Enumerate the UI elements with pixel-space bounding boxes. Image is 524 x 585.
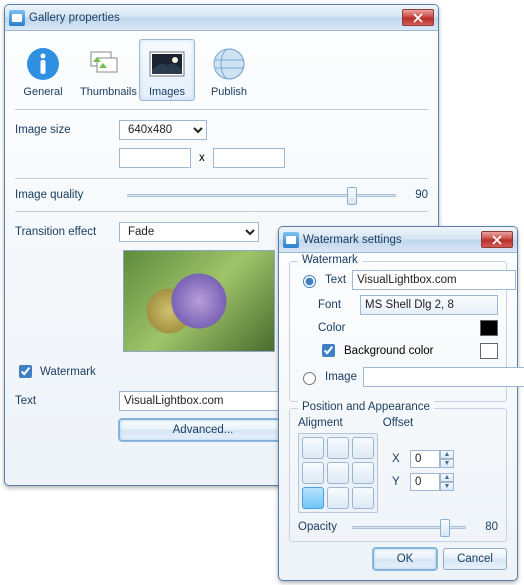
position-group: Position and Appearance Aligment Offset: [289, 408, 507, 542]
image-height-input[interactable]: [213, 148, 285, 168]
chevron-up-icon[interactable]: ▲: [440, 473, 454, 482]
opacity-slider[interactable]: [352, 526, 466, 529]
watermark-checkbox-label: Watermark: [40, 366, 96, 378]
chevron-up-icon[interactable]: ▲: [440, 450, 454, 459]
image-width-input[interactable]: [119, 148, 191, 168]
cancel-button[interactable]: Cancel: [443, 548, 507, 570]
align-tr[interactable]: [352, 437, 374, 459]
close-button[interactable]: [402, 9, 434, 26]
align-tl[interactable]: [302, 437, 324, 459]
image-quality-label: Image quality: [15, 189, 119, 201]
align-tc[interactable]: [327, 437, 349, 459]
tab-thumbnails[interactable]: Thumbnails: [77, 39, 133, 101]
publish-icon: [209, 44, 249, 84]
offset-x-input[interactable]: [410, 450, 440, 468]
close-button[interactable]: [481, 231, 513, 248]
bgcolor-label: Background color: [344, 345, 474, 357]
offset-label: Offset: [383, 417, 413, 429]
app-icon: [283, 232, 299, 248]
tab-publish-label: Publish: [204, 86, 254, 98]
watermark-body: Watermark Text Font MS Shell Dlg 2, 8 Co…: [279, 253, 517, 580]
image-size-label: Image size: [15, 124, 119, 136]
images-icon: [147, 44, 187, 84]
watermark-text-field[interactable]: [352, 270, 516, 290]
opacity-value: 80: [474, 521, 498, 533]
watermark-text-input[interactable]: [119, 391, 287, 411]
opacity-label: Opacity: [298, 521, 344, 533]
watermark-settings-window: Watermark settings Watermark Text Font M…: [278, 226, 518, 581]
tab-publish[interactable]: Publish: [201, 39, 257, 101]
color-label: Color: [318, 322, 354, 334]
x-separator: x: [199, 152, 205, 164]
divider: [15, 109, 428, 110]
chevron-down-icon[interactable]: ▼: [440, 459, 454, 468]
watermark-group-title: Watermark: [298, 254, 362, 266]
tab-thumbnails-label: Thumbnails: [80, 86, 130, 98]
divider: [15, 211, 428, 212]
thumbnails-icon: [85, 44, 125, 84]
tab-general-label: General: [18, 86, 68, 98]
alignment-label: Aligment: [298, 417, 343, 429]
watermark-checkbox[interactable]: [19, 365, 32, 378]
app-icon: [9, 10, 25, 26]
tab-row: General Thumbnails Images Publish: [15, 39, 428, 101]
x-label: X: [392, 453, 404, 465]
image-size-select[interactable]: 640x480: [119, 120, 207, 140]
bgcolor-swatch[interactable]: [480, 343, 498, 359]
ok-button[interactable]: OK: [373, 548, 437, 570]
watermark-title: Watermark settings: [303, 234, 481, 246]
info-icon: [23, 44, 63, 84]
transition-preview: [123, 250, 275, 352]
offset-x-spinner[interactable]: ▲▼: [410, 450, 454, 468]
font-label: Font: [318, 299, 354, 311]
align-mr[interactable]: [352, 462, 374, 484]
quality-slider[interactable]: [127, 194, 396, 197]
color-swatch[interactable]: [480, 320, 498, 336]
image-radio-label: Image: [325, 371, 357, 383]
bgcolor-checkbox[interactable]: [322, 344, 335, 357]
y-label: Y: [392, 476, 404, 488]
transition-label: Transition effect: [15, 226, 119, 238]
font-button[interactable]: MS Shell Dlg 2, 8: [360, 295, 498, 315]
watermark-group: Watermark Text Font MS Shell Dlg 2, 8 Co…: [289, 261, 507, 402]
image-radio[interactable]: [303, 372, 316, 385]
divider: [15, 178, 428, 179]
align-ml[interactable]: [302, 462, 324, 484]
watermark-text-label: Text: [15, 395, 119, 407]
tab-general[interactable]: General: [15, 39, 71, 101]
offset-y-spinner[interactable]: ▲▼: [410, 473, 454, 491]
align-br[interactable]: [352, 487, 374, 509]
text-radio[interactable]: [303, 275, 316, 288]
text-radio-label: Text: [325, 274, 346, 286]
watermark-image-field[interactable]: [363, 367, 524, 387]
align-bl[interactable]: [302, 487, 324, 509]
watermark-titlebar[interactable]: Watermark settings: [279, 227, 517, 253]
align-mc[interactable]: [327, 462, 349, 484]
gallery-titlebar[interactable]: Gallery properties: [5, 5, 438, 31]
tab-images[interactable]: Images: [139, 39, 195, 101]
align-bc[interactable]: [327, 487, 349, 509]
alignment-grid: [298, 433, 378, 513]
close-icon: [413, 13, 423, 23]
gallery-title: Gallery properties: [29, 12, 402, 24]
tab-images-label: Images: [142, 86, 192, 98]
position-group-title: Position and Appearance: [298, 401, 434, 413]
quality-value: 90: [404, 189, 428, 201]
chevron-down-icon[interactable]: ▼: [440, 482, 454, 491]
offset-y-input[interactable]: [410, 473, 440, 491]
close-icon: [492, 235, 502, 245]
advanced-button[interactable]: Advanced...: [119, 419, 287, 441]
transition-select[interactable]: Fade: [119, 222, 259, 242]
